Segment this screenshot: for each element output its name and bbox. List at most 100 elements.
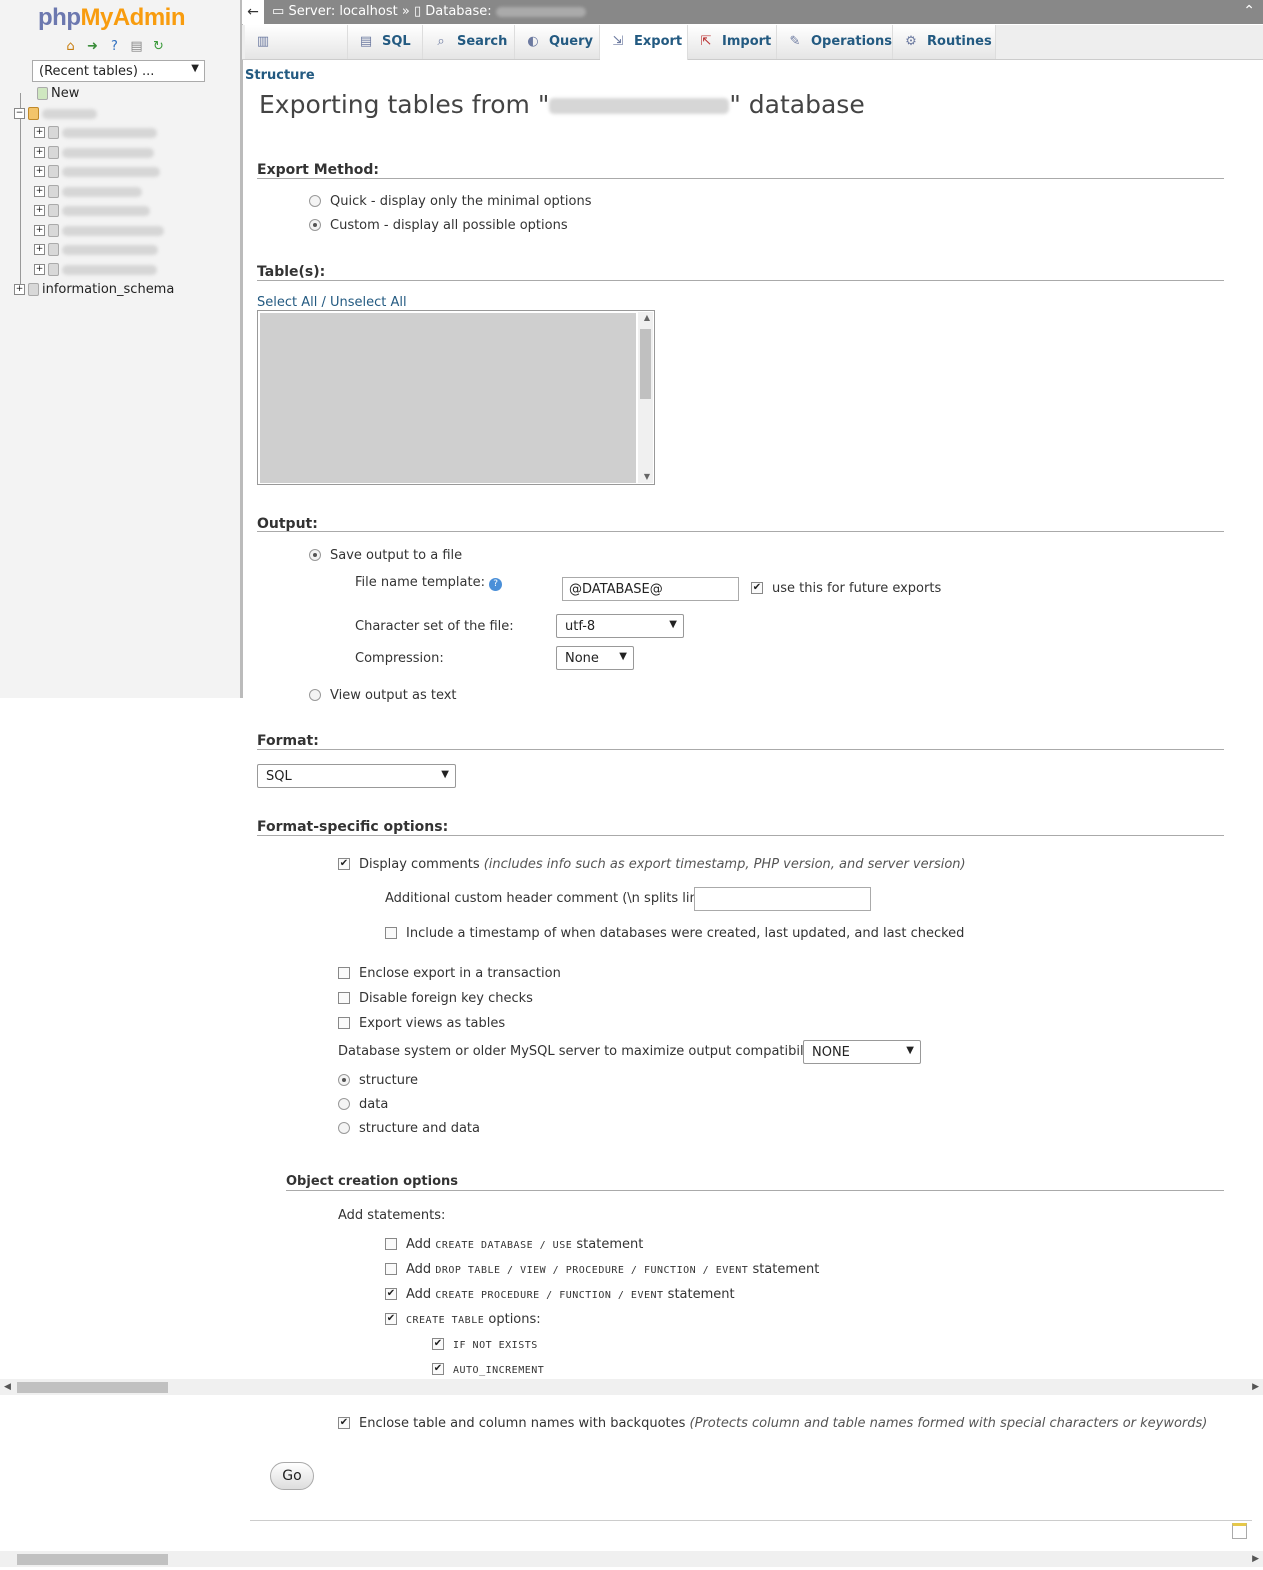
backquotes-option[interactable]: ✔ Enclose table and column names with bac… [338, 1416, 1207, 1431]
tab-query[interactable]: ◐ Query [515, 25, 600, 59]
view-as-text-radio[interactable] [309, 688, 321, 701]
expand-icon[interactable]: + [34, 166, 45, 177]
custom-method-option[interactable]: Custom - display all possible options [309, 218, 568, 233]
tab-search[interactable]: ⌕ Search [423, 25, 515, 59]
docs-icon[interactable]: ▤ [129, 39, 144, 54]
file-name-template-input[interactable]: @DATABASE@ [562, 577, 739, 601]
tab-import[interactable]: ⇱ Import [688, 25, 777, 59]
format-select[interactable]: SQL ▼ [257, 764, 456, 788]
tree-item-table[interactable]: + [34, 262, 157, 280]
expand-icon[interactable]: + [34, 127, 45, 138]
create-table-option[interactable]: ✔ CREATE TABLE options: [385, 1312, 541, 1327]
select-all-link[interactable]: Select All [257, 295, 317, 310]
display-comments-option[interactable]: ✔ Display comments (includes info such as… [338, 857, 966, 872]
scroll-right-icon[interactable]: ▶ [1252, 1551, 1259, 1567]
tree-item-table[interactable]: + [34, 203, 150, 221]
logout-icon[interactable]: ➜ [85, 39, 100, 54]
tab-routines[interactable]: ⚙ Routines [893, 25, 996, 59]
structure-option[interactable]: structure [338, 1073, 418, 1088]
custom-header-input[interactable] [694, 887, 871, 911]
include-timestamp-checkbox[interactable] [385, 926, 397, 939]
expand-icon[interactable]: + [34, 186, 45, 197]
include-timestamp-option[interactable]: Include a timestamp of when databases we… [385, 926, 964, 941]
tab-structure[interactable]: ▥Structure [245, 25, 348, 83]
scroll-left-icon[interactable]: ◀ [4, 1379, 11, 1395]
scroll-right-icon[interactable]: ▶ [1252, 1379, 1259, 1395]
if-not-exists-checkbox[interactable]: ✔ [432, 1337, 444, 1350]
custom-radio[interactable] [309, 218, 321, 231]
display-comments-checkbox[interactable]: ✔ [338, 857, 350, 870]
unselect-all-link[interactable]: Unselect All [330, 295, 407, 310]
tree-item-table[interactable]: + [34, 223, 164, 241]
create-database-checkbox[interactable] [385, 1237, 397, 1250]
views-as-tables-checkbox[interactable] [338, 1016, 350, 1029]
structure-and-data-option[interactable]: structure and data [338, 1121, 480, 1136]
home-icon[interactable]: ⌂ [63, 39, 78, 54]
breadcrumb-server[interactable]: Server: localhost [288, 4, 397, 19]
views-as-tables-option[interactable]: Export views as tables [338, 1016, 505, 1031]
tables-listbox[interactable]: ▲ ▼ [257, 310, 655, 485]
go-button[interactable]: Go [270, 1462, 314, 1490]
drop-statement-checkbox[interactable] [385, 1262, 397, 1275]
tab-export[interactable]: ⇲ Export [600, 25, 688, 60]
tree-item-table[interactable]: + [34, 164, 160, 182]
scrollbar-thumb[interactable] [640, 329, 651, 399]
disable-fk-option[interactable]: Disable foreign key checks [338, 991, 533, 1006]
disable-fk-checkbox[interactable] [338, 991, 350, 1004]
enclose-transaction-option[interactable]: Enclose export in a transaction [338, 966, 561, 981]
phpmyadmin-logo[interactable]: phpMyAdmin [38, 4, 185, 32]
horizontal-scrollbar[interactable]: ▶ [0, 1551, 1263, 1567]
compat-select[interactable]: NONE ▼ [803, 1040, 921, 1064]
tree-item-table[interactable]: + [34, 125, 157, 143]
quick-method-option[interactable]: Quick - display only the minimal options [309, 194, 592, 209]
tree-item-table[interactable]: + [34, 242, 158, 260]
create-procedure-option[interactable]: ✔ Add CREATE PROCEDURE / FUNCTION / EVENT… [385, 1287, 735, 1302]
expand-icon[interactable]: + [34, 244, 45, 255]
save-to-file-option[interactable]: Save output to a file [309, 548, 462, 563]
expand-icon[interactable]: + [34, 205, 45, 216]
use-for-future-checkbox[interactable]: ✔ [751, 581, 763, 594]
view-as-text-option[interactable]: View output as text [309, 688, 457, 703]
tree-item-database[interactable]: − [14, 106, 97, 124]
reload-icon[interactable]: ↻ [151, 39, 166, 54]
create-procedure-checkbox[interactable]: ✔ [385, 1287, 397, 1300]
auto-increment-option[interactable]: ✔ AUTO_INCREMENT [432, 1362, 544, 1377]
expand-icon[interactable]: + [14, 284, 25, 295]
structure-radio[interactable] [338, 1073, 350, 1086]
structure-and-data-radio[interactable] [338, 1121, 350, 1134]
expand-icon[interactable]: + [34, 225, 45, 236]
tree-item-table[interactable]: + [34, 145, 154, 163]
compression-select[interactable]: None ▼ [556, 646, 634, 670]
data-option[interactable]: data [338, 1097, 388, 1112]
tree-item-table[interactable]: + [34, 184, 142, 202]
scroll-down-icon[interactable]: ▼ [644, 472, 650, 481]
create-database-option[interactable]: Add CREATE DATABASE / USE statement [385, 1237, 643, 1252]
collapse-up-icon[interactable]: ⌃ [1243, 3, 1255, 19]
scroll-up-icon[interactable]: ▲ [644, 313, 650, 322]
collapse-icon[interactable]: − [14, 108, 25, 119]
recent-tables-select[interactable]: (Recent tables) ... ▼ [32, 60, 205, 82]
tab-sql[interactable]: ▤ SQL [348, 25, 423, 59]
expand-icon[interactable]: + [34, 264, 45, 275]
use-for-future-option[interactable]: ✔ use this for future exports [751, 581, 941, 596]
help-icon[interactable]: ? [107, 39, 122, 54]
data-radio[interactable] [338, 1097, 350, 1110]
if-not-exists-option[interactable]: ✔ IF NOT EXISTS [432, 1337, 538, 1352]
scrollbar-thumb[interactable] [17, 1554, 168, 1565]
auto-increment-checkbox[interactable]: ✔ [432, 1362, 444, 1375]
horizontal-scrollbar[interactable]: ◀ ▶ [0, 1379, 1263, 1395]
expand-icon[interactable]: + [34, 147, 45, 158]
tab-operations[interactable]: ✎ Operations [777, 25, 893, 59]
scrollbar-thumb[interactable] [17, 1382, 168, 1393]
save-to-file-radio[interactable] [309, 548, 321, 561]
create-table-checkbox[interactable]: ✔ [385, 1312, 397, 1325]
backquotes-checkbox[interactable]: ✔ [338, 1416, 350, 1429]
console-icon[interactable] [1232, 1523, 1247, 1539]
drop-statement-option[interactable]: Add DROP TABLE / VIEW / PROCEDURE / FUNC… [385, 1262, 819, 1277]
charset-select[interactable]: utf-8 ▼ [556, 614, 684, 638]
enclose-transaction-checkbox[interactable] [338, 966, 350, 979]
breadcrumb-database[interactable]: Database: [425, 4, 491, 19]
tree-item-new[interactable]: New [34, 86, 79, 104]
tree-item-information-schema[interactable]: + information_schema [14, 282, 174, 300]
back-arrow-icon[interactable]: ← [242, 0, 264, 24]
